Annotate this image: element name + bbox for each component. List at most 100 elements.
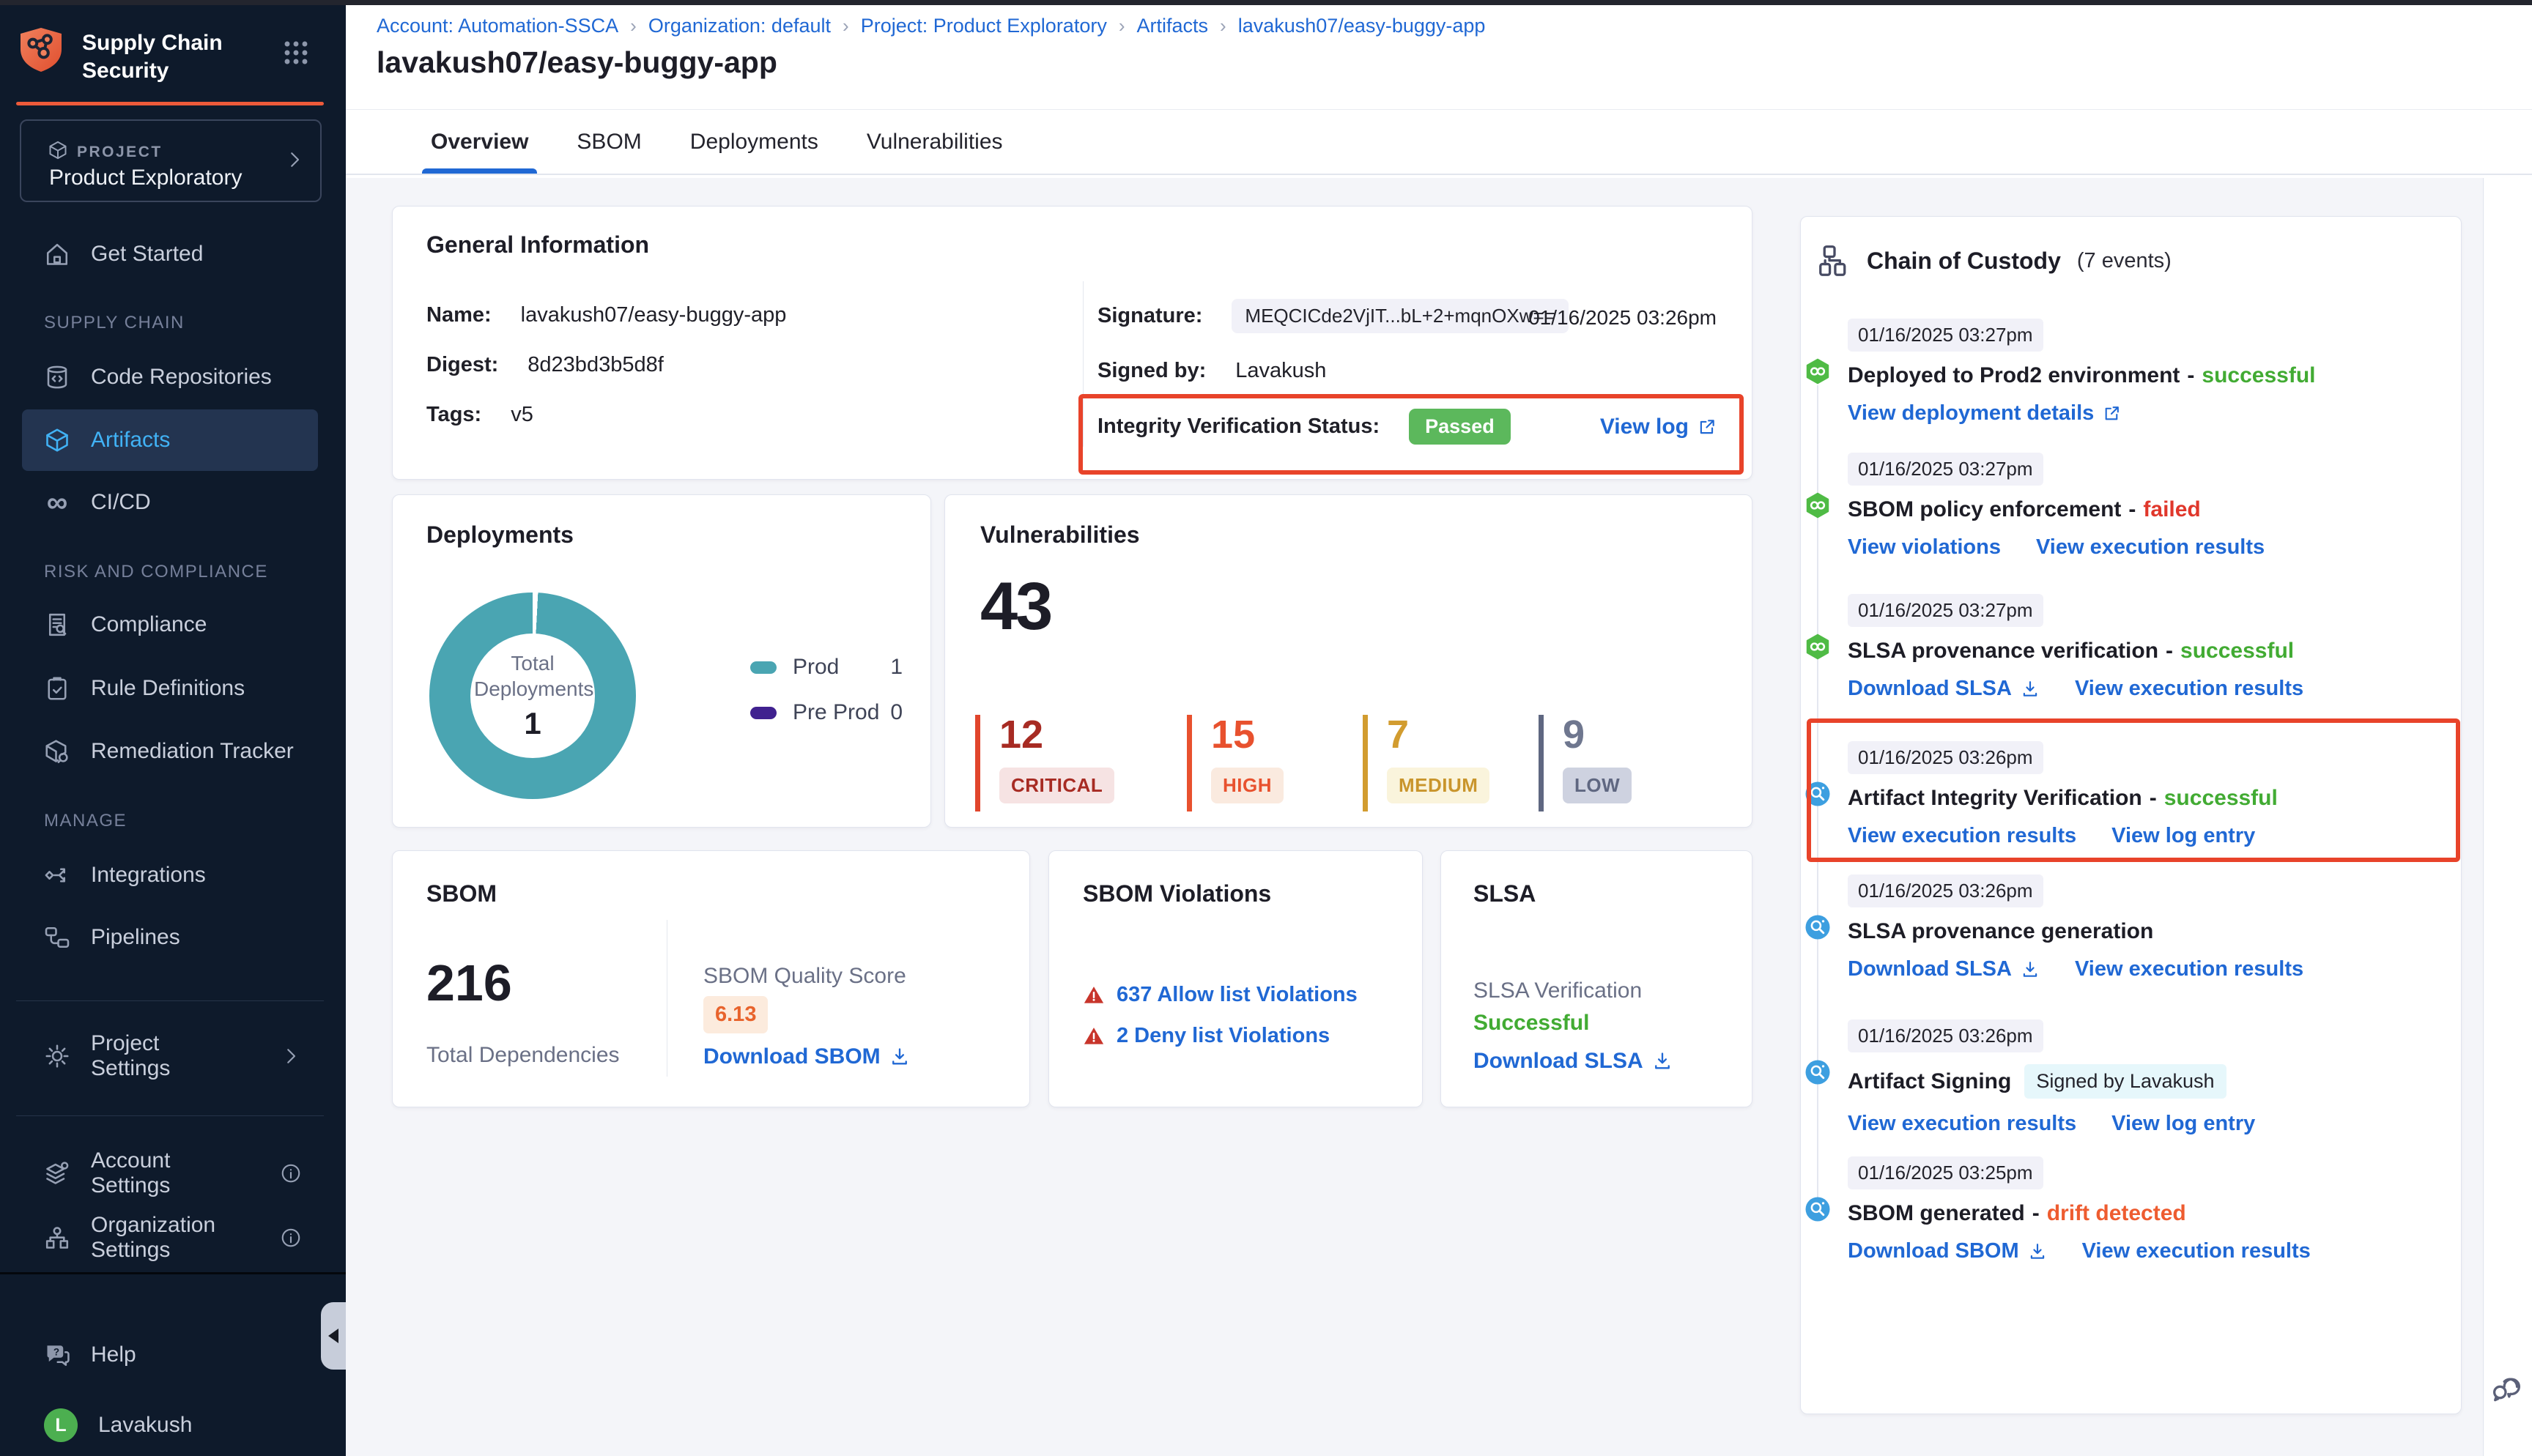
event-timestamp: 01/16/2025 03:25pm [1848,1156,2043,1189]
tab-sbom[interactable]: SBOM [574,110,644,174]
artifact-name: lavakush07/easy-buggy-app [521,303,787,327]
app-switcher-grid-icon[interactable] [283,40,309,66]
deployment-link-icon [1804,358,1831,385]
sbom-total-label: Total Dependencies [426,1043,620,1068]
breadcrumb-current[interactable]: lavakush07/easy-buggy-app [1238,15,1486,37]
chain-of-custody-panel: Chain of Custody (7 events) 01/16/2025 0… [1800,216,2462,1414]
event-link[interactable]: Download SBOM [1848,1239,2047,1263]
breadcrumb-account[interactable]: Account: Automation-SSCA [377,15,618,37]
legend-item-prod: Prod 1 [750,655,903,680]
remediation-cube-icon [44,738,70,765]
event-status: successful [2202,363,2315,388]
layers-gear-icon [44,1160,70,1186]
project-selector[interactable]: PROJECT Product Exploratory [20,119,322,202]
sidebar-user[interactable]: L Lavakush [22,1394,318,1456]
breadcrumb-artifacts[interactable]: Artifacts [1137,15,1209,37]
tab-vulnerabilities[interactable]: Vulnerabilities [864,110,1006,174]
event-link[interactable]: View deployment details [1848,401,2121,426]
event-link[interactable]: View execution results [1848,824,2076,848]
breadcrumb: Account: Automation-SSCA› Organization: … [377,15,1485,37]
sidebar-item-rule-definitions[interactable]: Rule Definitions [22,658,318,719]
severity-critical: 12 CRITICAL [975,715,1114,811]
prod-swatch [750,661,777,674]
sidebar-item-artifacts[interactable]: Artifacts [22,409,318,471]
event-link[interactable]: View execution results [2075,677,2303,701]
sidebar-item-label: Compliance [91,612,207,637]
signature-value-chip[interactable]: MEQCICde2VjIT...bL+2+mqnOXw== [1232,299,1568,333]
deny-list-violations-link[interactable]: 2 Deny list Violations [1117,1024,1330,1048]
chat-bubbles-icon[interactable] [2490,1373,2522,1405]
severity-low: 9 LOW [1539,715,1632,811]
warning-triangle-icon [1083,1025,1105,1047]
supply-chain-security-logo-icon [18,23,64,78]
allow-list-violations-link[interactable]: 637 Allow list Violations [1117,983,1358,1007]
sbom-card: SBOM 216 Total Dependencies SBOM Quality… [392,850,1030,1107]
event-link[interactable]: View execution results [2082,1239,2311,1263]
breadcrumb-organization[interactable]: Organization: default [648,15,831,37]
breadcrumb-project[interactable]: Project: Product Exploratory [861,15,1107,37]
sidebar-item-cicd[interactable]: ∞ CI/CD [22,472,318,533]
sidebar-item-label: Code Repositories [91,365,272,390]
org-gear-icon [44,1225,70,1251]
info-icon[interactable] [280,1162,302,1184]
view-log-link[interactable]: View log [1600,415,1717,439]
event-link[interactable]: View execution results [2075,957,2303,981]
event-status: successful [2180,639,2294,664]
gear-icon [44,1043,70,1069]
sidebar-collapse-handle[interactable] [321,1302,346,1370]
sidebar-item-remediation-tracker[interactable]: Remediation Tracker [22,721,318,782]
sidebar-item-label: Help [91,1342,136,1367]
deployment-link-icon [1804,634,1831,660]
pre-prod-count: 0 [890,700,903,725]
download-icon [2028,1242,2047,1261]
sidebar-item-label: Organization Settings [91,1213,239,1263]
external-link-icon [2103,404,2121,423]
sidebar-item-compliance[interactable]: Compliance [22,594,318,655]
deployments-card: Deployments Total Deployments 1 Prod 1 P… [392,494,931,828]
sidebar-item-code-repositories[interactable]: Code Repositories [22,346,318,408]
sidebar-item-label: Project Settings [91,1031,239,1081]
sidebar-item-account-settings[interactable]: Account Settings [22,1143,318,1204]
scan-step-icon [1804,1059,1831,1085]
event-timestamp: 01/16/2025 03:26pm [1848,1019,2043,1052]
event-link[interactable]: View log entry [2111,824,2255,848]
sitemap-icon [1818,245,1851,277]
info-icon[interactable] [280,1227,302,1249]
event-link[interactable]: Download SLSA [1848,957,2040,981]
download-sbom-link[interactable]: Download SBOM [703,1044,910,1069]
sidebar-item-integrations[interactable]: Integrations [22,844,318,906]
sidebar-item-pipelines[interactable]: Pipelines [22,907,318,968]
event-timestamp: 01/16/2025 03:27pm [1848,594,2043,627]
vertical-divider [1083,281,1084,447]
sbom-violations-card: SBOM Violations 637 Allow list Violation… [1048,850,1423,1107]
vulnerabilities-card: Vulnerabilities 43 12 CRITICAL 15 HIGH 7… [944,494,1752,828]
signature-date: 01/16/2025 03:26pm [1528,306,1717,330]
event-link[interactable]: View violations [1848,535,2001,560]
event-link[interactable]: View execution results [1848,1112,2076,1136]
user-name: Lavakush [98,1413,192,1438]
sidebar-item-get-started[interactable]: Get Started [22,223,318,285]
sidebar-item-help[interactable]: ? Help [22,1324,318,1386]
sidebar: Supply Chain Security PROJECT Product Ex… [0,0,346,1456]
low-count: 9 [1563,715,1632,754]
tab-overview[interactable]: Overview [428,110,531,174]
sidebar-item-project-settings[interactable]: Project Settings [22,1025,318,1087]
code-repo-icon [44,364,70,390]
custody-event: 01/16/2025 03:25pmSBOM generated-drift d… [1848,1156,2439,1263]
event-link[interactable]: View log entry [2111,1112,2255,1136]
card-title: General Information [426,231,649,259]
events-count: (7 events) [2077,249,2172,273]
download-slsa-link[interactable]: Download SLSA [1473,1049,1673,1074]
medium-badge: MEDIUM [1387,768,1489,803]
custody-event: 01/16/2025 03:26pmArtifact SigningSigned… [1848,1019,2439,1136]
sidebar-item-organization-settings[interactable]: Organization Settings [22,1207,318,1269]
project-name: Product Exploratory [49,166,242,190]
low-badge: LOW [1563,768,1632,803]
card-title: Deployments [426,521,574,549]
custody-event: 01/16/2025 03:27pmSLSA provenance verifi… [1848,594,2439,701]
event-link[interactable]: View execution results [2036,535,2265,560]
sidebar-item-label: Integrations [91,863,206,888]
legend-item-pre-prod: Pre Prod 0 [750,700,903,725]
tab-deployments[interactable]: Deployments [687,110,821,174]
event-link[interactable]: Download SLSA [1848,677,2040,701]
